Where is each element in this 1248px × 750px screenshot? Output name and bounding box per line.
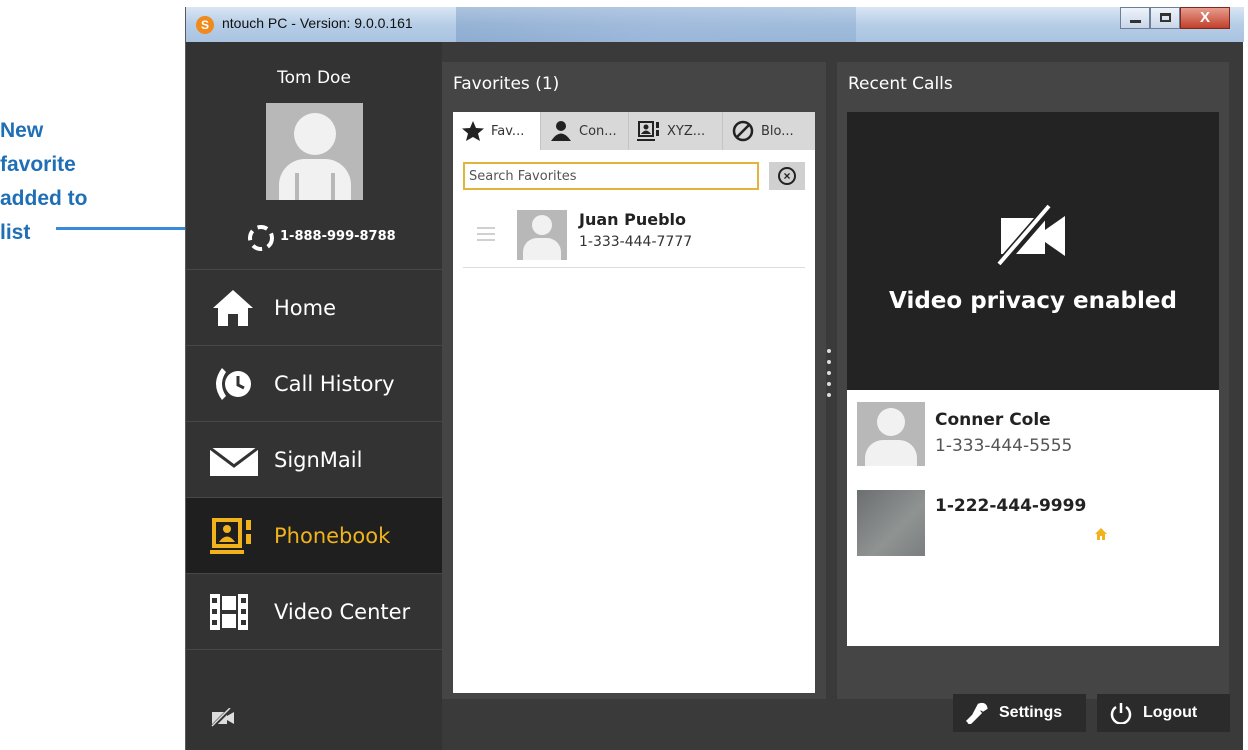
wrench-icon: [965, 702, 988, 724]
recent-call-name: Conner Cole: [935, 410, 1051, 430]
video-privacy-toggle-icon[interactable]: [210, 708, 236, 728]
ntouch-logo-icon: S: [196, 16, 214, 34]
film-icon: [210, 593, 248, 630]
nav-item-signmail[interactable]: SignMail: [186, 421, 442, 497]
tab-favorites-label: Fav...: [491, 123, 525, 139]
nav-label-signmail: SignMail: [274, 447, 363, 472]
panel-splitter[interactable]: [827, 349, 831, 409]
envelope-icon: [209, 446, 259, 476]
close-icon: X: [1199, 9, 1210, 26]
tab-favorites[interactable]: Fav...: [453, 112, 541, 150]
video-privacy-status: Video privacy enabled: [889, 288, 1177, 314]
minimize-icon: [1130, 20, 1141, 23]
sidebar: Tom Doe 1-888-999-8788 Home Call History…: [186, 42, 442, 750]
nav-label-call-history: Call History: [274, 371, 395, 396]
recent-call-item[interactable]: Conner Cole 1-333-444-5555: [847, 390, 1219, 476]
favorites-list-area: Fav... Con... XYZ... Blo... Search Favor…: [453, 112, 815, 693]
caller-thumbnail: [857, 490, 925, 556]
video-preview: Video privacy enabled: [847, 112, 1219, 390]
favorite-name: Juan Pueblo: [579, 210, 686, 229]
avatar: [857, 402, 925, 466]
clear-search-button[interactable]: ×: [769, 162, 805, 190]
tab-contacts[interactable]: Con...: [541, 112, 629, 150]
nav-label-video-center: Video Center: [274, 599, 411, 624]
settings-button[interactable]: Settings: [953, 694, 1086, 732]
search-favorites: [463, 162, 759, 190]
window-controls: X: [1120, 7, 1230, 29]
drag-handle-icon[interactable]: [477, 227, 495, 241]
user-number-text: 1-888-999-8788: [280, 229, 396, 244]
title-bar[interactable]: S ntouch PC - Version: 9.0.0.161 X: [186, 7, 1244, 42]
blocked-icon: [732, 120, 754, 142]
home-icon: [213, 289, 253, 326]
camera-off-icon: [995, 204, 1065, 268]
minimize-button[interactable]: [1120, 7, 1150, 29]
recent-calls-list: Conner Cole 1-333-444-5555 1-222-444-999…: [847, 390, 1219, 646]
user-avatar[interactable]: [266, 103, 363, 200]
nav-label-phonebook: Phonebook: [274, 523, 391, 548]
nav-divider: [186, 649, 442, 650]
user-name: Tom Doe: [277, 68, 351, 88]
tab-blocked-label: Blo...: [761, 123, 794, 139]
annotation-line-2: favorite: [0, 153, 76, 176]
app-window: S ntouch PC - Version: 9.0.0.161 X Tom D…: [185, 7, 1244, 750]
recent-call-name: 1-222-444-9999: [935, 496, 1087, 516]
window-title: ntouch PC - Version: 9.0.0.161: [222, 15, 413, 31]
recent-calls-panel: Recent Calls Video privacy enabled Conne…: [837, 62, 1229, 699]
avatar: [517, 210, 567, 260]
maximize-icon: [1160, 13, 1171, 22]
favorites-panel: Favorites (1) Fav... Con... XYZ... Blo..…: [442, 62, 826, 699]
nav-item-home[interactable]: Home: [186, 269, 442, 345]
recent-call-item[interactable]: 1-222-444-9999: [847, 476, 1219, 566]
favorite-number: 1-333-444-7777: [579, 234, 693, 250]
nav-item-phonebook[interactable]: Phonebook: [186, 497, 442, 573]
phonebook-icon: [210, 517, 251, 554]
recent-calls-title: Recent Calls: [848, 74, 953, 94]
call-history-icon: [216, 367, 251, 400]
star-icon: [462, 121, 484, 141]
phonebook-icon: [637, 121, 659, 141]
logout-button[interactable]: Logout: [1097, 694, 1230, 732]
clear-icon: ×: [778, 167, 796, 185]
search-input[interactable]: [465, 164, 745, 188]
phonebook-tabs: Fav... Con... XYZ... Blo...: [453, 112, 815, 150]
tab-xyz-label: XYZ...: [667, 123, 706, 139]
annotation-line-4: list: [0, 221, 31, 244]
annotation-line-1: New: [0, 119, 44, 142]
power-icon: [1110, 703, 1132, 724]
annotation-line-3: added to: [0, 187, 88, 210]
maximize-button[interactable]: [1150, 7, 1180, 29]
nav-item-call-history[interactable]: Call History: [186, 345, 442, 421]
settings-label: Settings: [999, 704, 1063, 721]
recent-call-number: 1-333-444-5555: [935, 436, 1073, 456]
tab-xyz-phonebook[interactable]: XYZ...: [629, 112, 723, 150]
favorites-title: Favorites (1): [453, 74, 560, 94]
home-badge-icon: [1095, 528, 1107, 540]
close-button[interactable]: X: [1180, 7, 1230, 29]
nav-label-home: Home: [274, 295, 337, 320]
logout-label: Logout: [1143, 704, 1198, 721]
main-nav: Home Call History SignMail Phonebook Vid…: [186, 269, 442, 650]
status-spinner-icon: [248, 225, 274, 251]
title-bar-background: [456, 7, 856, 42]
favorite-list-item[interactable]: Juan Pueblo 1-333-444-7777: [463, 202, 805, 268]
tab-blocked[interactable]: Blo...: [723, 112, 815, 150]
tab-contacts-label: Con...: [579, 123, 617, 139]
contacts-icon: [551, 121, 571, 141]
nav-item-video-center[interactable]: Video Center: [186, 573, 442, 649]
